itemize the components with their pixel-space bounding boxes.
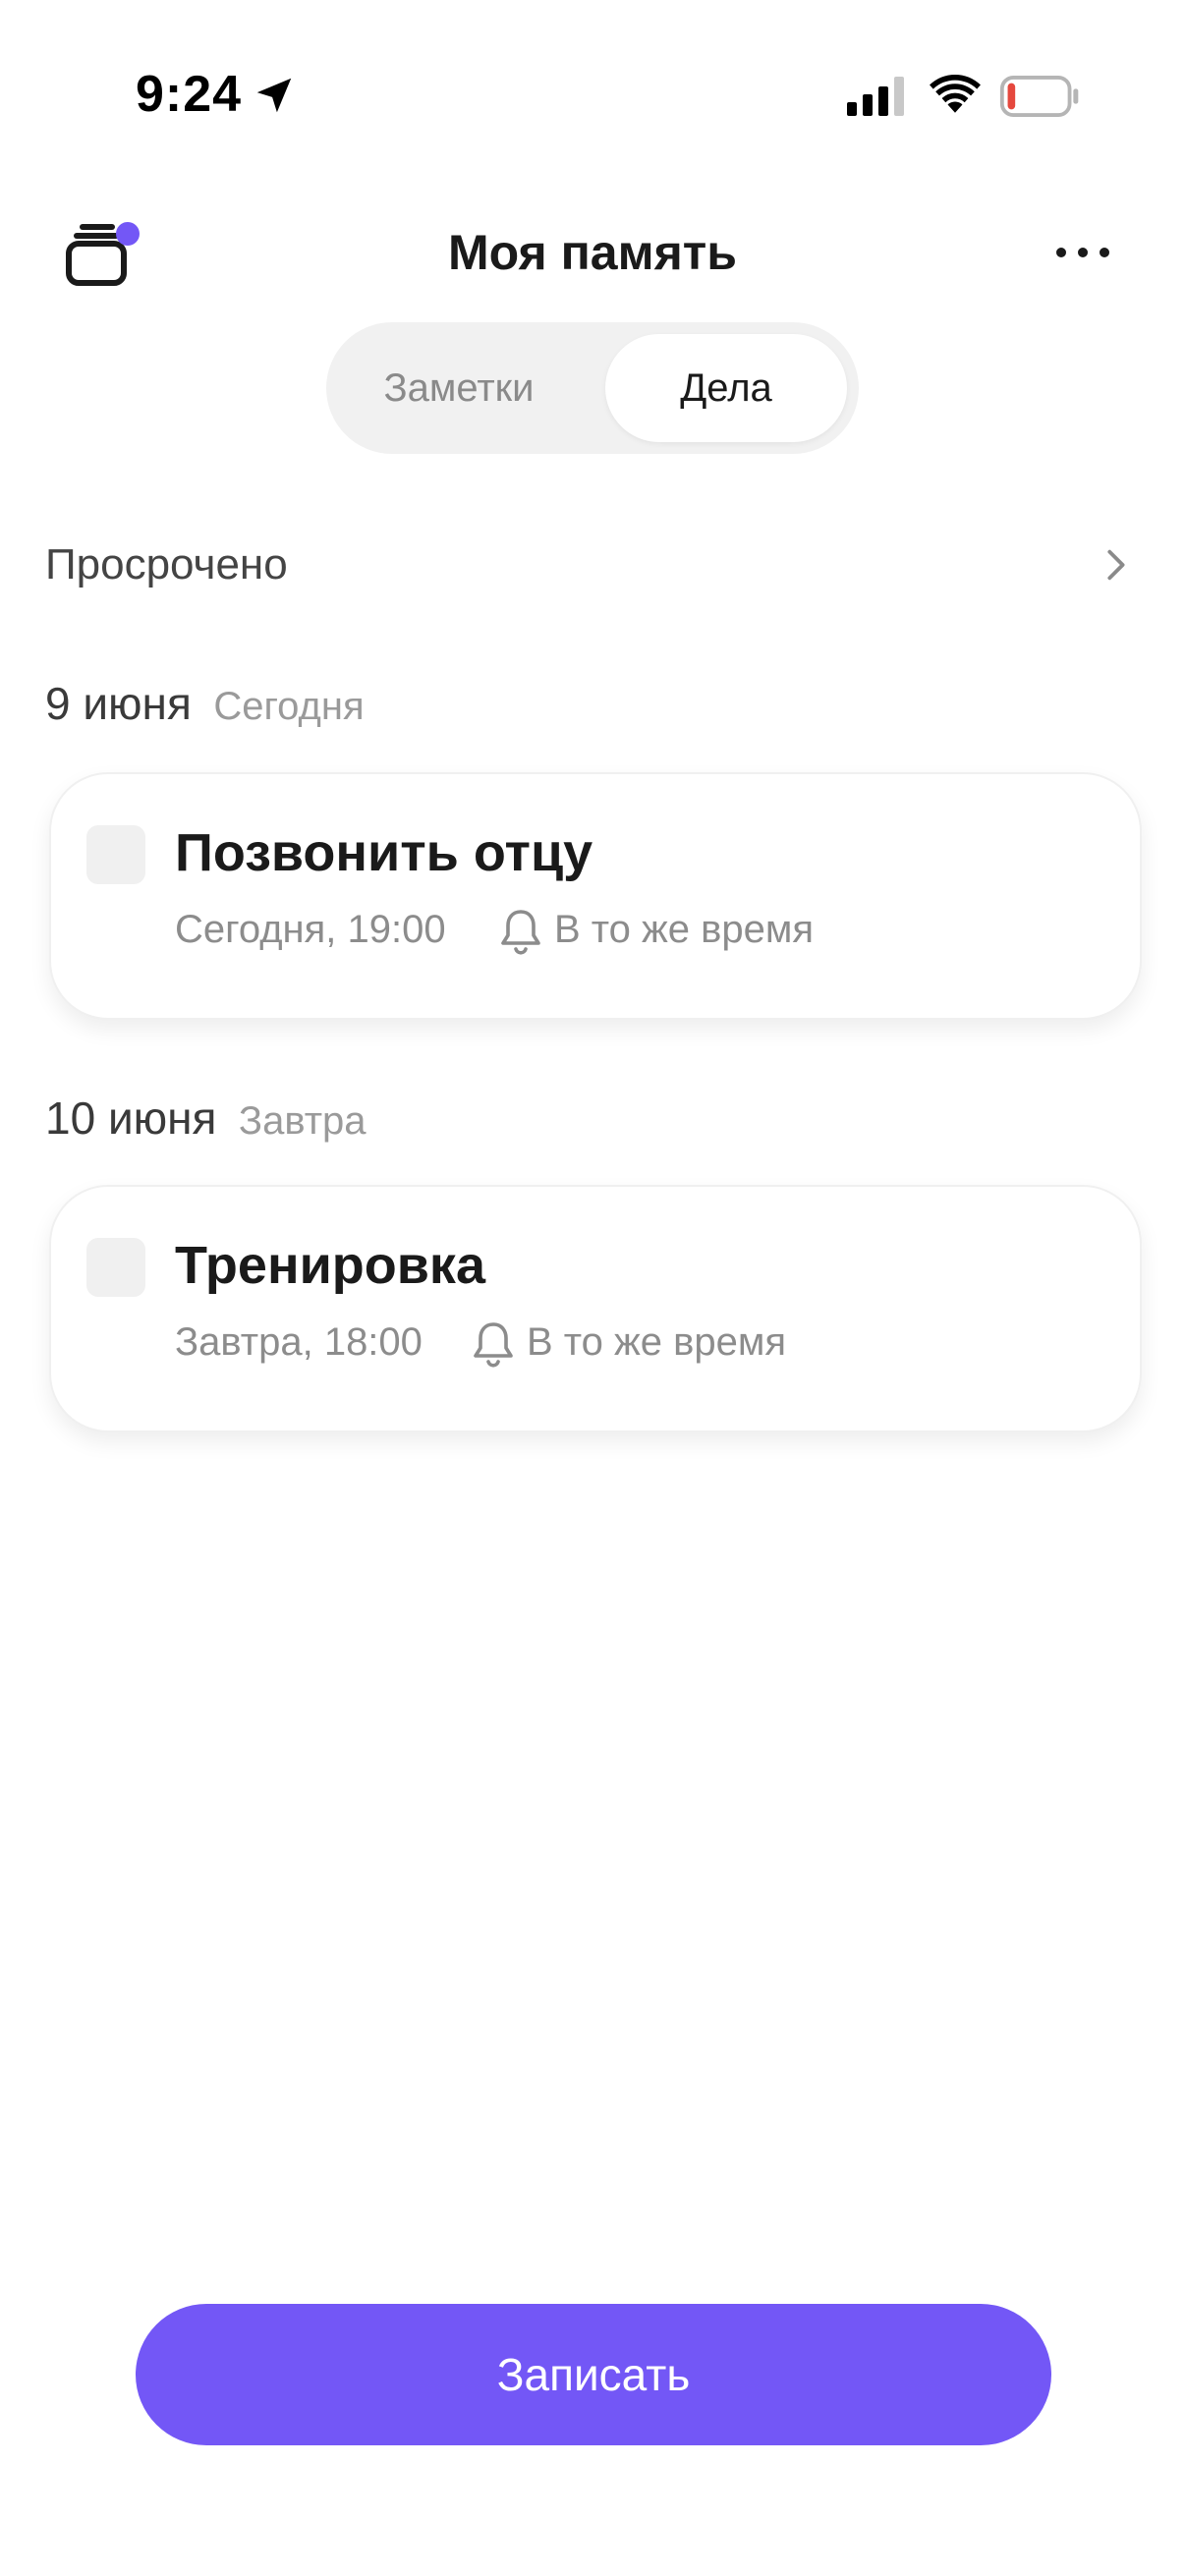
task-due: Сегодня, 19:00	[175, 908, 446, 951]
chevron-right-icon	[1107, 549, 1125, 581]
date-label: 10 июня	[45, 1092, 217, 1144]
date-header: 10 июня Завтра	[45, 1089, 367, 1150]
task-reminder: В то же время	[554, 908, 815, 951]
date-relative-label: Сегодня	[213, 685, 365, 728]
bell-icon	[474, 1322, 513, 1368]
page-title: Моя память	[448, 225, 737, 280]
task-due: Завтра, 18:00	[175, 1320, 423, 1364]
task-card[interactable]: Тренировка Завтра, 18:00 В то же время	[49, 1185, 1142, 1432]
task-title: Позвонить отцу	[175, 823, 593, 882]
task-checkbox[interactable]	[86, 825, 145, 884]
record-button[interactable]: Записать	[136, 2304, 1051, 2445]
battery-icon	[999, 76, 1079, 117]
wifi-icon	[930, 74, 981, 113]
tab-tasks[interactable]: Дела	[605, 334, 847, 442]
cellular-signal-icon	[847, 77, 904, 116]
task-title: Тренировка	[175, 1236, 485, 1295]
bell-icon	[501, 910, 540, 955]
date-label: 9 июня	[45, 678, 192, 729]
status-time: 9:24	[136, 66, 243, 123]
location-arrow-icon	[256, 78, 292, 113]
overdue-label: Просрочено	[45, 540, 288, 588]
task-reminder: В то же время	[527, 1320, 787, 1364]
overdue-row[interactable]: Просрочено	[45, 531, 1146, 599]
task-card[interactable]: Позвонить отцу Сегодня, 19:00 В то же вр…	[49, 772, 1142, 1020]
more-options-icon[interactable]	[1051, 238, 1114, 267]
date-relative-label: Завтра	[238, 1099, 367, 1143]
date-header: 9 июня Сегодня	[45, 674, 365, 736]
task-checkbox[interactable]	[86, 1238, 145, 1297]
tab-notes[interactable]: Заметки	[340, 334, 578, 442]
